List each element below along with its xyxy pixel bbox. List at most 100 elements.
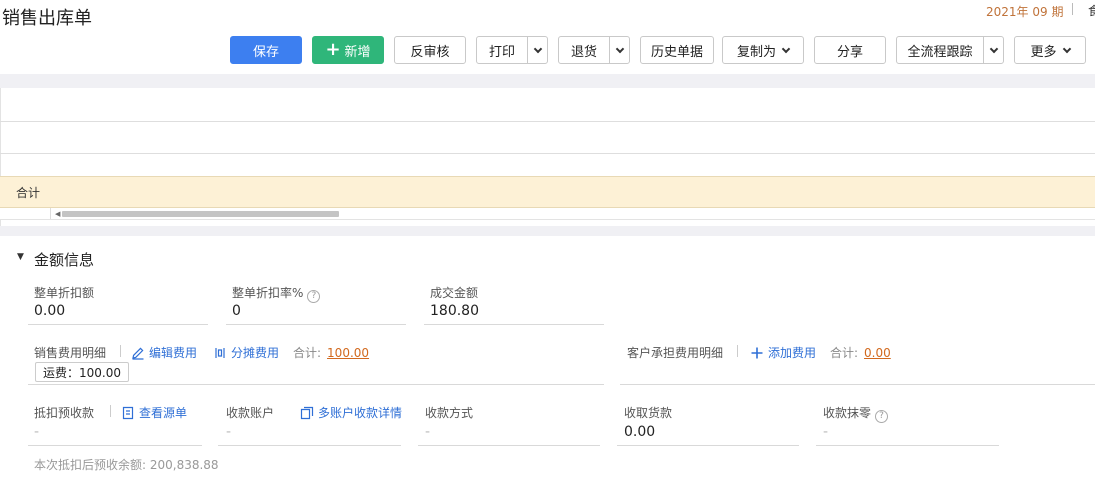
more-button[interactable]: 更多 — [1014, 36, 1086, 64]
field-underline — [28, 445, 202, 446]
sales-fee-total-label: 合计: — [293, 346, 322, 360]
amount-section-title[interactable]: 金额信息 — [34, 249, 94, 270]
trace-label: 全流程跟踪 — [907, 44, 973, 60]
allocate-fee-label: 分摊费用 — [231, 346, 280, 360]
share-button[interactable]: 分享 — [814, 36, 886, 64]
print-dropdown-toggle[interactable] — [527, 37, 547, 63]
print-button-group: 打印 — [476, 36, 548, 64]
chevron-down-icon — [1062, 44, 1071, 53]
help-icon[interactable]: ? — [307, 290, 321, 303]
add-fee-link[interactable]: 添加费用 — [750, 344, 816, 361]
period-tail[interactable]: 食 — [1088, 2, 1095, 19]
unaudit-button[interactable]: 反审核 — [394, 36, 466, 64]
document-icon — [122, 406, 134, 419]
edit-fee-link[interactable]: 编辑费用 — [131, 344, 197, 361]
field-underline — [226, 324, 406, 325]
view-source-link[interactable]: 查看源单 — [121, 404, 187, 421]
customer-fee-total-label: 合计: — [830, 346, 859, 360]
help-icon[interactable]: ? — [875, 410, 889, 423]
grid-horizontal-scrollbar[interactable]: ◀ — [0, 208, 1095, 220]
add-button[interactable]: + 新增 — [312, 36, 384, 64]
save-label: 保存 — [252, 44, 279, 60]
field-underline — [28, 324, 208, 325]
divider — [120, 345, 121, 357]
grid-sum-row — [0, 176, 1095, 208]
customer-fee-total: 合计: 0.00 — [830, 344, 891, 361]
grid-sum-label: 合计 — [16, 186, 41, 200]
freight-fee-tag[interactable]: 运费：100.00 — [35, 362, 129, 382]
receive-amount-field[interactable]: 0.00 — [624, 424, 655, 440]
grid-row-line — [0, 121, 1095, 122]
toolbar-divider-band — [0, 74, 1095, 88]
deal-amount-field[interactable]: 180.80 — [430, 303, 479, 319]
trace-button[interactable]: 全流程跟踪 — [897, 37, 983, 63]
view-source-label: 查看源单 — [139, 406, 188, 420]
accounts-icon — [300, 406, 314, 419]
sales-fee-total-value[interactable]: 100.00 — [327, 346, 369, 360]
field-underline — [424, 324, 604, 325]
return-button-group: 退货 — [558, 36, 630, 64]
add-label: 新增 — [344, 44, 371, 60]
history-label: 历史单据 — [650, 44, 703, 60]
copy-as-label: 复制为 — [736, 44, 776, 60]
allocate-fee-link[interactable]: 分摊费用 — [213, 344, 279, 361]
grid-row-line — [0, 153, 1095, 154]
deal-amount-label: 成交金额 — [430, 286, 479, 300]
allocate-icon — [215, 347, 225, 358]
divider — [110, 405, 111, 417]
unaudit-label: 反审核 — [410, 44, 450, 60]
receive-round-label: 收款抹零? — [823, 404, 889, 423]
copy-as-button[interactable]: 复制为 — [722, 36, 804, 64]
customer-fee-total-value[interactable]: 0.00 — [864, 346, 891, 360]
discount-rate-label: 整单折扣率%? — [232, 284, 321, 303]
return-button[interactable]: 退货 — [559, 37, 609, 63]
field-underline — [617, 445, 799, 446]
field-underline — [418, 445, 600, 446]
period-divider — [1072, 3, 1073, 15]
discount-rate-field[interactable]: 0 — [232, 303, 241, 319]
prepay-deduct-field[interactable]: - — [34, 424, 39, 440]
return-dropdown-toggle[interactable] — [609, 37, 629, 63]
discount-amount-field[interactable]: 0.00 — [34, 303, 65, 319]
field-underline — [816, 445, 999, 446]
discount-amount-label: 整单折扣额 — [34, 286, 95, 300]
receive-method-field[interactable]: - — [425, 424, 430, 440]
divider — [737, 345, 738, 357]
save-button[interactable]: 保存 — [230, 36, 302, 64]
multi-account-detail-link[interactable]: 多账户收款详情 — [300, 404, 402, 421]
chevron-down-icon — [615, 44, 624, 53]
sales-fee-label: 销售费用明细 — [34, 346, 107, 360]
scrollbar-corner-cell — [0, 208, 51, 219]
chevron-down-icon — [781, 44, 791, 53]
history-button[interactable]: 历史单据 — [640, 36, 714, 64]
receive-account-field[interactable]: - — [226, 424, 231, 440]
period-label: 2021年 09 期 — [986, 5, 1064, 19]
section-divider-band — [0, 226, 1095, 236]
plus-icon — [751, 347, 763, 358]
receive-round-label-text: 收款抹零 — [823, 406, 872, 420]
chevron-down-icon — [989, 44, 998, 53]
sales-fee-total: 合计: 100.00 — [293, 344, 369, 361]
chevron-down-icon — [533, 44, 542, 53]
trace-dropdown-toggle[interactable] — [983, 37, 1003, 63]
add-fee-label: 添加费用 — [768, 346, 817, 360]
receive-account-label: 收款账户 — [226, 406, 275, 420]
share-label: 分享 — [836, 44, 863, 60]
prepay-balance-note: 本次抵扣后预收余额: 200,838.88 — [34, 458, 219, 472]
multi-account-detail-label: 多账户收款详情 — [318, 406, 403, 420]
field-underline — [620, 384, 1095, 385]
scrollbar-thumb[interactable] — [62, 211, 339, 217]
scroll-left-icon[interactable]: ◀ — [55, 210, 60, 218]
customer-fee-label: 客户承担费用明细 — [627, 346, 724, 360]
field-underline — [218, 445, 401, 446]
prepay-deduct-label: 抵扣预收款 — [34, 406, 95, 420]
page-title: 销售出库单 — [2, 8, 92, 29]
collapse-triangle-icon[interactable]: ▼ — [17, 252, 24, 262]
receive-amount-label: 收取货款 — [624, 406, 673, 420]
receive-round-field[interactable]: - — [823, 424, 828, 440]
trace-button-group: 全流程跟踪 — [896, 36, 1004, 64]
plus-icon: + — [325, 39, 341, 60]
edit-fee-label: 编辑费用 — [149, 346, 198, 360]
print-button[interactable]: 打印 — [477, 37, 527, 63]
print-label: 打印 — [488, 44, 515, 60]
